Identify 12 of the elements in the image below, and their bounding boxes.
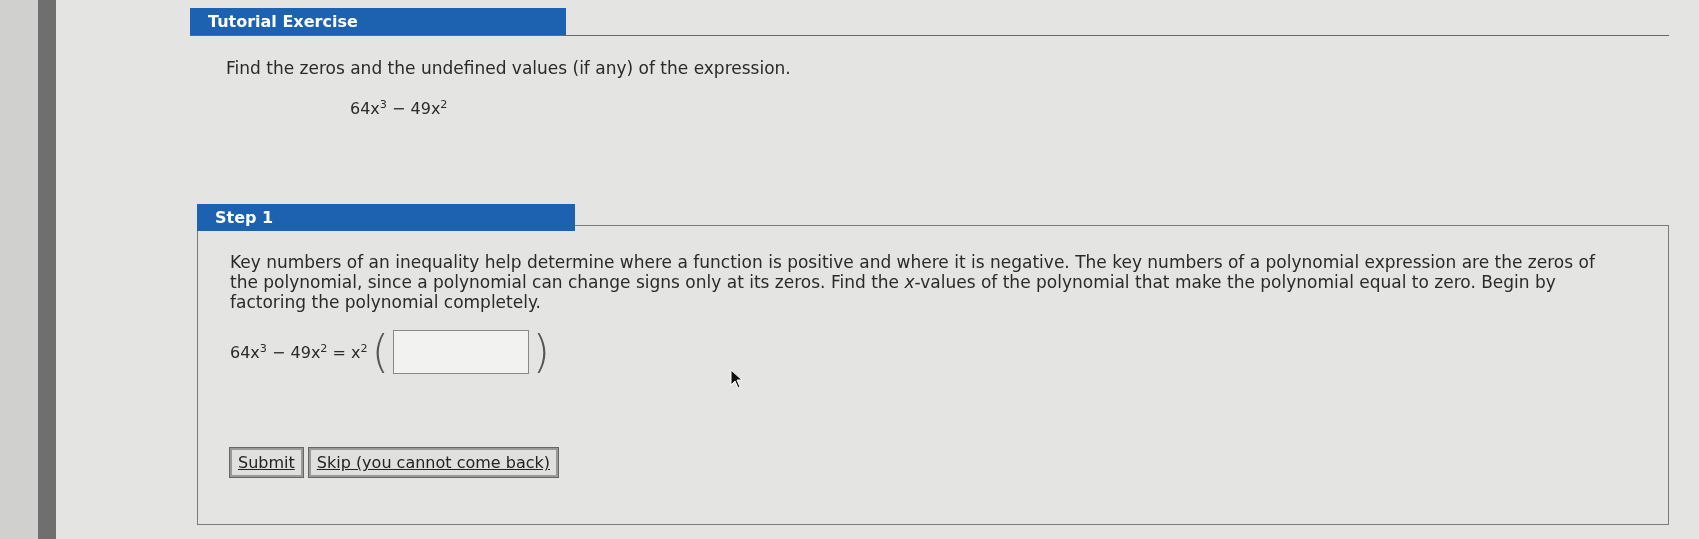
- skip-button[interactable]: Skip (you cannot come back): [308, 448, 558, 478]
- question-text: Find the zeros and the undefined values (if any) of the expression.: [226, 58, 792, 78]
- math-expression: 64x$^{3}$ − 49x$^{2}$: [350, 98, 449, 119]
- mouse-pointer-icon: [730, 369, 744, 390]
- step-instructions: Key numbers of an inequality help determine where a function is positive and where it is negative. The key numbers of a polynomial expression are the zeros of the polynomial, since a polynomial can change signs only at its zeros. Find the x-values of the polynomial that make the polynomial equal to zero. Begin by factoring the polynomial completely.: [230, 252, 1597, 313]
- section-header: Tutorial Exercise: [190, 8, 566, 35]
- open-parenthesis: (: [371, 330, 389, 375]
- step-header: Step 1: [197, 204, 575, 232]
- close-parenthesis: ): [532, 330, 550, 375]
- answer-field[interactable]: [392, 330, 529, 375]
- submit-button[interactable]: Submit: [230, 448, 303, 478]
- equation-text: 64x$^{3}$ − 49x$^{2}$ = x$^{2}$: [230, 342, 368, 363]
